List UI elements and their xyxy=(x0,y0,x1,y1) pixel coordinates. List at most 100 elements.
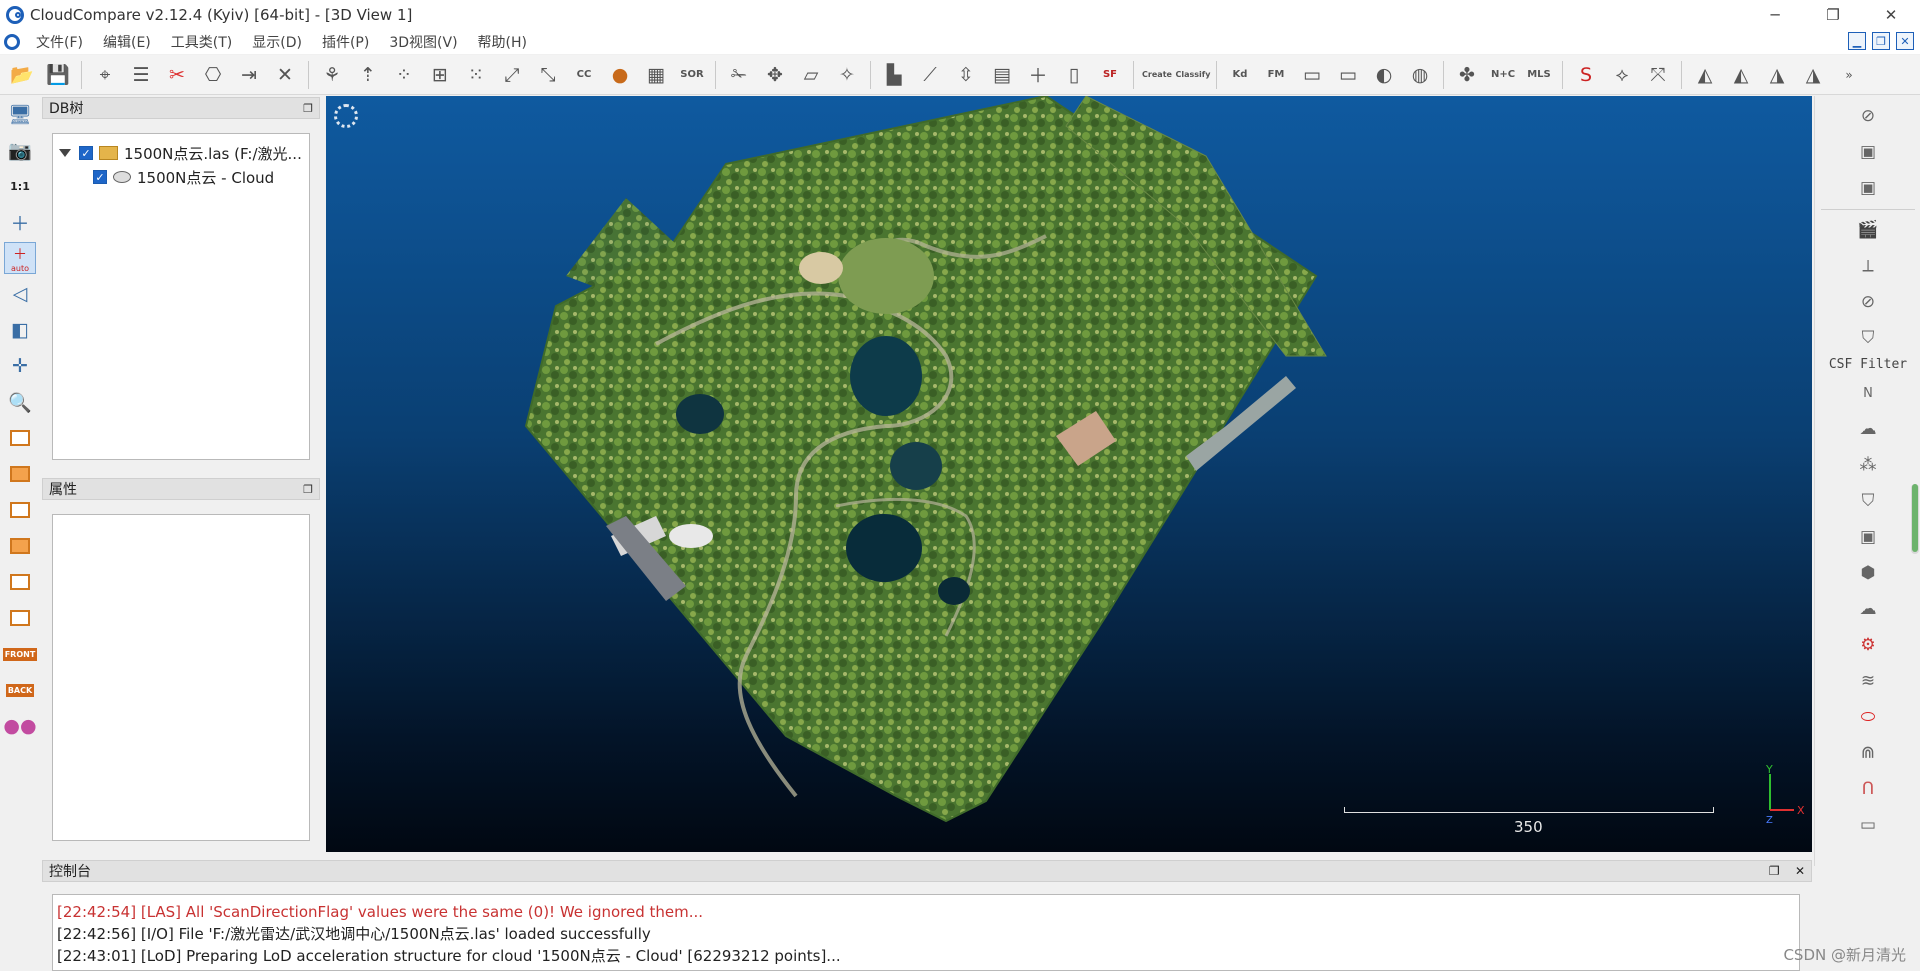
trace-icon[interactable]: ⟡ xyxy=(1606,59,1638,91)
view-left-icon[interactable]: ◭ xyxy=(1689,59,1721,91)
helmet-icon[interactable]: ⋒ xyxy=(1853,738,1883,768)
cross-section-icon[interactable]: ✧ xyxy=(831,59,863,91)
edl-icon[interactable]: ▣ xyxy=(1853,137,1883,167)
point-picking-icon[interactable]: ⌖ xyxy=(89,59,121,91)
density-icon[interactable]: ⁙ xyxy=(460,59,492,91)
menu-tools[interactable]: 工具类(T) xyxy=(161,32,242,52)
canupo-create-icon[interactable]: Create xyxy=(1141,59,1173,91)
normal-curvature-icon[interactable]: N+C xyxy=(1487,59,1519,91)
gradient-icon[interactable]: ⟋ xyxy=(914,59,946,91)
pivot-icon[interactable]: ＋ xyxy=(4,206,36,238)
menu-3dview[interactable]: 3D视图(V) xyxy=(379,32,467,52)
view-iso2-icon[interactable]: ◮ xyxy=(1797,59,1829,91)
kd-tree-icon[interactable]: Kd xyxy=(1224,59,1256,91)
tree-item-file[interactable]: ✓ 1500N点云.las (F:/激光... xyxy=(59,142,302,164)
view-top-icon[interactable] xyxy=(4,422,36,454)
perspective-icon[interactable]: ◁ xyxy=(4,278,36,310)
float-panel-icon[interactable]: ❐ xyxy=(303,483,313,496)
segment-icon[interactable]: ✂ xyxy=(161,59,193,91)
ellipse-icon[interactable]: ⬭ xyxy=(1853,702,1883,732)
expand-arrow-icon[interactable] xyxy=(59,149,71,157)
broom-icon[interactable]: ⟂ xyxy=(1853,251,1883,281)
pcv-icon[interactable]: ▣ xyxy=(1853,522,1883,552)
ransac-icon[interactable]: ☁ xyxy=(1853,594,1883,624)
zoom-icon[interactable]: 🔍 xyxy=(4,386,36,418)
move-view-icon[interactable]: ✛ xyxy=(4,350,36,382)
stereo-icon[interactable]: ●● xyxy=(3,710,36,742)
plugin-scrollbar-thumb[interactable] xyxy=(1912,484,1918,552)
sample-points-icon[interactable]: ⚘ xyxy=(316,59,348,91)
fine-registration-icon[interactable]: ⤡ xyxy=(532,59,564,91)
menu-plugins[interactable]: 插件(P) xyxy=(312,32,379,52)
normals-icon[interactable]: ⇡ xyxy=(352,59,384,91)
scale-1-1-button[interactable]: 1:1 xyxy=(4,170,36,202)
no-entry-icon[interactable]: ⊘ xyxy=(1853,101,1883,131)
north-arrow-icon[interactable]: N xyxy=(1853,378,1883,408)
view-right-side-icon[interactable] xyxy=(4,566,36,598)
gear-red-icon[interactable]: ⚙ xyxy=(1853,630,1883,660)
tree-item-cloud[interactable]: ✓ 1500N点云 - Cloud xyxy=(93,166,274,188)
hexagon-icon[interactable]: ⬢ xyxy=(1853,558,1883,588)
registration-icon[interactable]: ⤢ xyxy=(496,59,528,91)
export-icon[interactable]: ▭ xyxy=(1296,59,1328,91)
more-tools-icon[interactable]: » xyxy=(1833,59,1865,91)
sf-arithmetic-icon[interactable]: ▤ xyxy=(986,59,1018,91)
mdi-logo-icon[interactable] xyxy=(4,34,20,50)
menu-display[interactable]: 显示(D) xyxy=(242,32,312,52)
view-front-icon[interactable] xyxy=(4,458,36,490)
ruler-icon[interactable]: ▭ xyxy=(1853,810,1883,840)
mdi-close-button[interactable]: ✕ xyxy=(1896,32,1914,50)
view-bottom-icon[interactable] xyxy=(4,602,36,634)
m3c2-icon[interactable]: ⁂ xyxy=(1853,450,1883,480)
shield-icon[interactable]: ⛉ xyxy=(1853,323,1883,353)
ssao-icon[interactable]: ▣ xyxy=(1853,173,1883,203)
subsample-icon[interactable]: ⁘ xyxy=(388,59,420,91)
file-checkbox[interactable]: ✓ xyxy=(79,146,93,160)
camera-icon[interactable]: 📷 xyxy=(4,134,36,166)
delete-icon[interactable]: ✕ xyxy=(269,59,301,91)
open-icon[interactable]: 📂 xyxy=(6,59,38,91)
compass-icon[interactable]: ⊘ xyxy=(1853,287,1883,317)
compass-tool-icon[interactable]: ⤧ xyxy=(1642,59,1674,91)
animation-clapper-icon[interactable]: 🎬 xyxy=(1853,215,1883,245)
iso-front-button[interactable]: FRONT xyxy=(2,638,38,670)
cloud-checkbox[interactable]: ✓ xyxy=(93,170,107,184)
plugin-scrollbar[interactable] xyxy=(1911,484,1919,554)
3d-view[interactable]: 350 Y X Z xyxy=(326,96,1812,852)
move-icon[interactable]: ✥ xyxy=(759,59,791,91)
mesh-icon[interactable]: ● xyxy=(604,59,636,91)
mdi-minimize-button[interactable]: ▁ xyxy=(1848,32,1866,50)
csf-filter-label[interactable]: CSF Filter xyxy=(1815,357,1920,372)
restore-button[interactable]: ❐ xyxy=(1804,0,1862,30)
close-button[interactable]: ✕ xyxy=(1862,0,1920,30)
auto-pivot-button[interactable]: ＋ auto xyxy=(4,242,36,274)
scissors-icon[interactable]: ✁ xyxy=(723,59,755,91)
menu-help[interactable]: 帮助(H) xyxy=(468,32,537,52)
list-icon[interactable]: ☰ xyxy=(125,59,157,91)
sphere-icon[interactable]: ◐ xyxy=(1368,59,1400,91)
csv-icon[interactable]: ▭ xyxy=(1332,59,1364,91)
hpr-icon[interactable]: ☁ xyxy=(1853,414,1883,444)
delete-sf-icon[interactable]: ▯ xyxy=(1058,59,1090,91)
shield-alt-icon[interactable]: ⛉ xyxy=(1853,486,1883,516)
close-panel-icon[interactable]: ✕ xyxy=(1795,864,1805,878)
add-sf-icon[interactable]: ＋ xyxy=(1022,59,1054,91)
globe-icon[interactable]: ◍ xyxy=(1404,59,1436,91)
canupo-classify-icon[interactable]: Classify xyxy=(1176,59,1211,91)
fast-marching-icon[interactable]: FM xyxy=(1260,59,1292,91)
scalar-field-icon[interactable]: SF xyxy=(1094,59,1126,91)
puzzle-icon[interactable]: ✤ xyxy=(1451,59,1483,91)
magnet-icon[interactable]: Ո xyxy=(1853,774,1883,804)
iso-back-button[interactable]: BACK xyxy=(4,674,36,706)
rasterize-icon[interactable]: ▦ xyxy=(640,59,672,91)
view-right-icon[interactable]: ◭ xyxy=(1725,59,1757,91)
display-icon[interactable]: 🖥 xyxy=(4,98,36,130)
console-log[interactable]: [22:42:54] [LAS] All 'ScanDirectionFlag'… xyxy=(52,894,1800,971)
float-panel-icon[interactable]: ❐ xyxy=(303,102,313,115)
view-left-side-icon[interactable] xyxy=(4,530,36,562)
save-icon[interactable]: 💾 xyxy=(42,59,74,91)
object-view-icon[interactable]: ◧ xyxy=(4,314,36,346)
sor-filter-icon[interactable]: SOR xyxy=(676,59,708,91)
mdi-restore-button[interactable]: ❐ xyxy=(1872,32,1890,50)
view-back-icon[interactable] xyxy=(4,494,36,526)
